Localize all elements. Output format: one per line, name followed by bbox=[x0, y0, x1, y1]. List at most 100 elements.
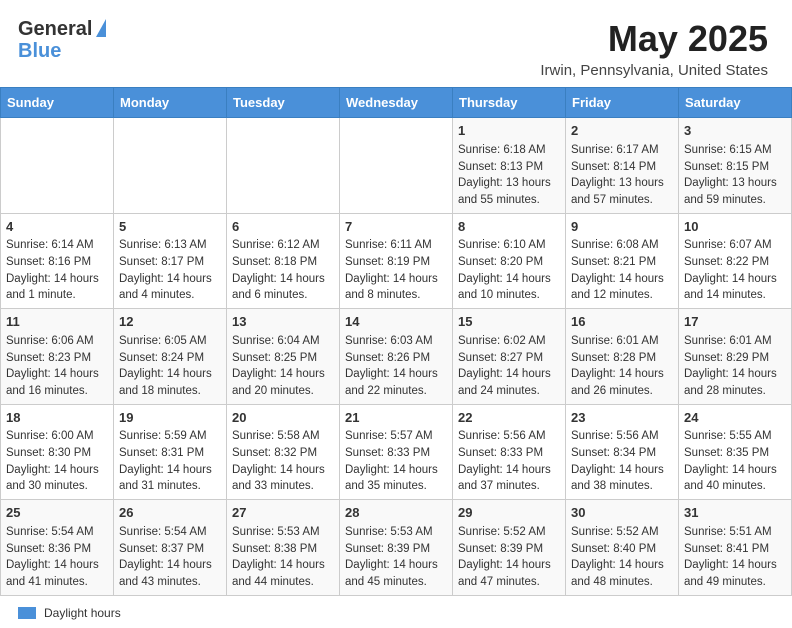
day-info: Sunrise: 5:55 AM bbox=[684, 428, 786, 445]
day-info: Sunrise: 6:01 AM bbox=[684, 333, 786, 350]
day-info: Sunrise: 5:53 AM bbox=[232, 524, 334, 541]
day-info: Daylight: 14 hours and 28 minutes. bbox=[684, 366, 786, 399]
day-info: Daylight: 14 hours and 14 minutes. bbox=[684, 271, 786, 304]
day-info: Daylight: 14 hours and 38 minutes. bbox=[571, 462, 673, 495]
day-info: Sunrise: 6:00 AM bbox=[6, 428, 108, 445]
day-info: Sunrise: 5:52 AM bbox=[571, 524, 673, 541]
day-info: Sunset: 8:15 PM bbox=[684, 159, 786, 176]
calendar-cell bbox=[340, 118, 453, 214]
calendar-title: May 2025 bbox=[540, 18, 768, 60]
day-info: Sunrise: 5:56 AM bbox=[571, 428, 673, 445]
day-info: Sunrise: 5:53 AM bbox=[345, 524, 447, 541]
day-info: Sunrise: 6:18 AM bbox=[458, 142, 560, 159]
day-info: Daylight: 14 hours and 45 minutes. bbox=[345, 557, 447, 590]
day-info: Sunset: 8:31 PM bbox=[119, 445, 221, 462]
calendar-header-row: SundayMondayTuesdayWednesdayThursdayFrid… bbox=[1, 88, 792, 118]
calendar-cell: 30Sunrise: 5:52 AMSunset: 8:40 PMDayligh… bbox=[566, 500, 679, 596]
day-info: Sunset: 8:22 PM bbox=[684, 254, 786, 271]
calendar-week-row: 25Sunrise: 5:54 AMSunset: 8:36 PMDayligh… bbox=[1, 500, 792, 596]
day-number: 3 bbox=[684, 122, 786, 141]
title-area: May 2025 Irwin, Pennsylvania, United Sta… bbox=[540, 18, 768, 79]
day-number: 18 bbox=[6, 409, 108, 428]
day-info: Sunrise: 6:10 AM bbox=[458, 237, 560, 254]
day-number: 30 bbox=[571, 504, 673, 523]
day-info: Sunset: 8:16 PM bbox=[6, 254, 108, 271]
day-info: Sunrise: 5:57 AM bbox=[345, 428, 447, 445]
calendar-cell: 27Sunrise: 5:53 AMSunset: 8:38 PMDayligh… bbox=[227, 500, 340, 596]
day-number: 5 bbox=[119, 218, 221, 237]
calendar-week-row: 4Sunrise: 6:14 AMSunset: 8:16 PM Daylight… bbox=[1, 213, 792, 309]
day-number: 29 bbox=[458, 504, 560, 523]
day-info: Daylight: 14 hours and 44 minutes. bbox=[232, 557, 334, 590]
day-info: Daylight: 13 hours and 59 minutes. bbox=[684, 175, 786, 208]
day-info: Sunset: 8:30 PM bbox=[6, 445, 108, 462]
day-info: Daylight: 14 hours and 48 minutes. bbox=[571, 557, 673, 590]
day-info: Sunrise: 6:07 AM bbox=[684, 237, 786, 254]
day-info: Sunset: 8:39 PM bbox=[345, 541, 447, 558]
day-number: 4 bbox=[6, 218, 108, 237]
logo-blue-text: Blue bbox=[18, 40, 61, 62]
calendar-cell: 11Sunrise: 6:06 AMSunset: 8:23 PMDayligh… bbox=[1, 309, 114, 405]
calendar-cell: 26Sunrise: 5:54 AMSunset: 8:37 PMDayligh… bbox=[114, 500, 227, 596]
day-info: Sunset: 8:37 PM bbox=[119, 541, 221, 558]
calendar-table: SundayMondayTuesdayWednesdayThursdayFrid… bbox=[0, 87, 792, 596]
day-info: Daylight: 14 hours and 24 minutes. bbox=[458, 366, 560, 399]
day-info: Daylight: 14 hours and 41 minutes. bbox=[6, 557, 108, 590]
day-info: Sunset: 8:13 PM bbox=[458, 159, 560, 176]
calendar-cell: 20Sunrise: 5:58 AMSunset: 8:32 PMDayligh… bbox=[227, 404, 340, 500]
calendar-cell: 24Sunrise: 5:55 AMSunset: 8:35 PMDayligh… bbox=[679, 404, 792, 500]
day-info: Sunrise: 6:14 AM bbox=[6, 237, 108, 254]
day-number: 22 bbox=[458, 409, 560, 428]
day-info: Daylight: 14 hours and 33 minutes. bbox=[232, 462, 334, 495]
day-info: Sunrise: 5:58 AM bbox=[232, 428, 334, 445]
day-number: 12 bbox=[119, 313, 221, 332]
calendar-cell: 13Sunrise: 6:04 AMSunset: 8:25 PMDayligh… bbox=[227, 309, 340, 405]
calendar-cell: 22Sunrise: 5:56 AMSunset: 8:33 PMDayligh… bbox=[453, 404, 566, 500]
calendar-week-row: 18Sunrise: 6:00 AMSunset: 8:30 PM Dayligh… bbox=[1, 404, 792, 500]
calendar-cell: 8Sunrise: 6:10 AMSunset: 8:20 PMDaylight… bbox=[453, 213, 566, 309]
day-number: 17 bbox=[684, 313, 786, 332]
logo-general-text: General bbox=[18, 18, 92, 40]
day-info: Sunrise: 6:08 AM bbox=[571, 237, 673, 254]
calendar-cell: 10Sunrise: 6:07 AMSunset: 8:22 PMDayligh… bbox=[679, 213, 792, 309]
day-info: Sunset: 8:40 PM bbox=[571, 541, 673, 558]
day-info: Daylight: 14 hours and 12 minutes. bbox=[571, 271, 673, 304]
day-info: Sunset: 8:34 PM bbox=[571, 445, 673, 462]
day-header-wednesday: Wednesday bbox=[340, 88, 453, 118]
day-info: Sunset: 8:24 PM bbox=[119, 350, 221, 367]
day-info: Daylight: 14 hours and 49 minutes. bbox=[684, 557, 786, 590]
calendar-cell: 19Sunrise: 5:59 AMSunset: 8:31 PMDayligh… bbox=[114, 404, 227, 500]
day-info: Sunset: 8:33 PM bbox=[458, 445, 560, 462]
day-info: Sunset: 8:28 PM bbox=[571, 350, 673, 367]
day-info: Sunrise: 6:17 AM bbox=[571, 142, 673, 159]
day-number: 20 bbox=[232, 409, 334, 428]
day-info: Sunset: 8:20 PM bbox=[458, 254, 560, 271]
day-info: Sunset: 8:29 PM bbox=[684, 350, 786, 367]
day-number: 23 bbox=[571, 409, 673, 428]
day-header-saturday: Saturday bbox=[679, 88, 792, 118]
day-info: Daylight: 14 hours and 26 minutes. bbox=[571, 366, 673, 399]
daylight-label: Daylight hours bbox=[44, 606, 121, 620]
page-header: General Blue May 2025 Irwin, Pennsylvani… bbox=[0, 0, 792, 87]
day-info: Sunrise: 6:11 AM bbox=[345, 237, 447, 254]
day-header-sunday: Sunday bbox=[1, 88, 114, 118]
calendar-cell bbox=[1, 118, 114, 214]
day-info: Sunset: 8:14 PM bbox=[571, 159, 673, 176]
day-number: 11 bbox=[6, 313, 108, 332]
day-info: Daylight: 14 hours and 18 minutes. bbox=[119, 366, 221, 399]
day-info: Daylight: 14 hours and 31 minutes. bbox=[119, 462, 221, 495]
daylight-swatch bbox=[18, 607, 36, 619]
day-info: Sunrise: 5:51 AM bbox=[684, 524, 786, 541]
day-info: Sunset: 8:39 PM bbox=[458, 541, 560, 558]
day-header-tuesday: Tuesday bbox=[227, 88, 340, 118]
day-info: Daylight: 14 hours and 35 minutes. bbox=[345, 462, 447, 495]
day-header-thursday: Thursday bbox=[453, 88, 566, 118]
calendar-cell: 25Sunrise: 5:54 AMSunset: 8:36 PMDayligh… bbox=[1, 500, 114, 596]
calendar-cell: 31Sunrise: 5:51 AMSunset: 8:41 PMDayligh… bbox=[679, 500, 792, 596]
day-number: 16 bbox=[571, 313, 673, 332]
day-info: Daylight: 14 hours and 6 minutes. bbox=[232, 271, 334, 304]
day-info: Sunrise: 5:59 AM bbox=[119, 428, 221, 445]
day-info: Sunrise: 6:01 AM bbox=[571, 333, 673, 350]
day-info: Daylight: 14 hours and 43 minutes. bbox=[119, 557, 221, 590]
day-info: Daylight: 14 hours and 8 minutes. bbox=[345, 271, 447, 304]
